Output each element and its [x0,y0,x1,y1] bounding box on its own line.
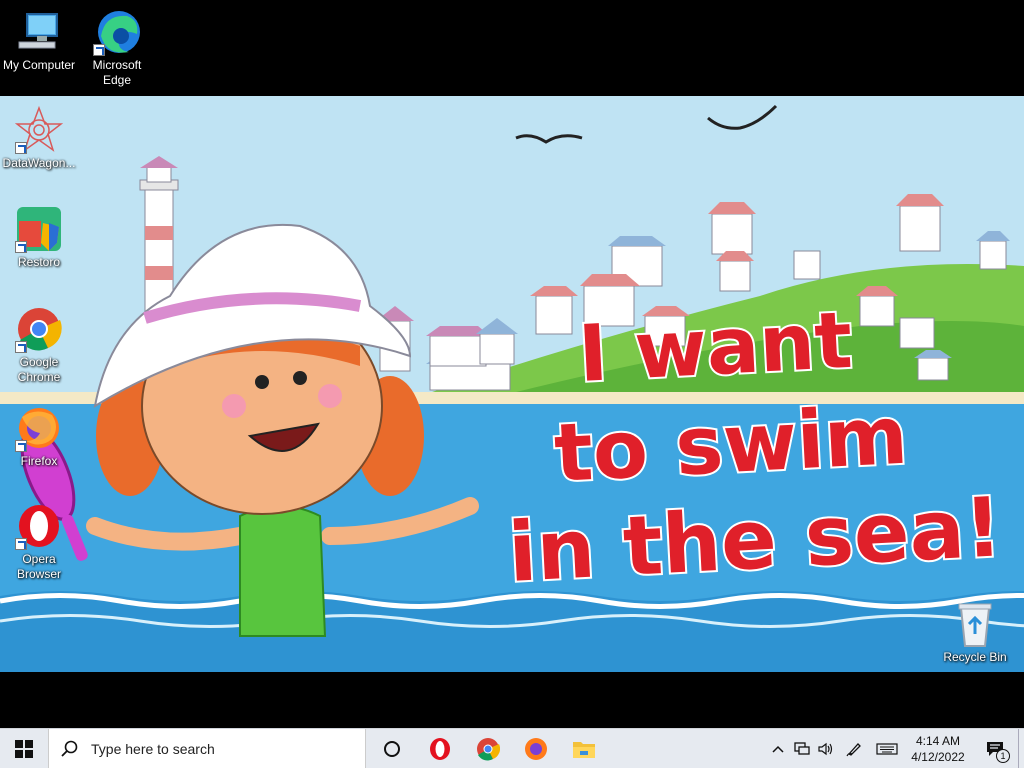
show-hidden-icons-button[interactable] [766,729,790,768]
edge-icon [93,8,141,56]
shortcut-arrow-icon [15,341,27,353]
taskbar-opera-button[interactable] [416,729,464,768]
desktop-wallpaper: I want to swim in the sea! [0,96,1024,672]
touch-keyboard-button[interactable] [870,729,904,768]
taskbar-clock[interactable]: 4:14 AM 4/12/2022 [904,733,972,765]
recycle-bin-icon [951,600,999,648]
notification-count-badge: 1 [996,749,1010,763]
firefox-icon [15,404,63,452]
clock-time: 4:14 AM [915,734,961,748]
taskbar: Type here to search 4:14 AM 4/12/2022 1 [0,728,1024,768]
chevron-up-icon [772,745,784,753]
search-placeholder: Type here to search [91,740,215,757]
opera-icon [15,502,63,550]
taskbar-chrome-button[interactable] [464,729,512,768]
desktop-icon-label: Opera Browser [16,552,61,581]
desktop-icon-label: DataWagon... [2,156,76,170]
file-explorer-icon [573,741,595,758]
desktop-icon-datawagon[interactable]: DataWagon... [0,106,78,171]
search-icon [61,740,78,757]
desktop-icon-label: Google Chrome [17,355,61,384]
restoro-icon [15,205,63,253]
wallpaper-illustration: I want to swim in the sea! [0,96,1024,672]
network-icon [794,742,810,755]
taskbar-firefox-button[interactable] [512,729,560,768]
opera-icon [430,737,450,760]
chrome-icon [477,737,500,760]
desktop-icon-restoro[interactable]: Restoro [0,205,78,270]
desktop-icon-label: Firefox [20,454,58,468]
desktop-icon-label: Microsoft Edge [92,58,142,87]
volume-button[interactable] [814,729,838,768]
wallpaper-title-line-1: I want [576,296,854,400]
desktop-icon-microsoft-edge[interactable]: Microsoft Edge [78,8,156,88]
start-button[interactable] [0,729,48,768]
computer-icon [15,8,63,56]
shortcut-arrow-icon [93,44,105,56]
wallpaper-title-line-2: to swim [552,389,910,500]
desktop-icon-firefox[interactable]: Firefox [0,404,78,469]
clock-date: 4/12/2022 [911,750,965,764]
network-button[interactable] [790,729,814,768]
shortcut-arrow-icon [15,538,27,550]
chrome-icon [15,305,63,353]
show-desktop-button[interactable] [1018,729,1024,768]
desktop-icon-google-chrome[interactable]: Google Chrome [0,305,78,385]
pen-workspace-button[interactable] [838,729,870,768]
windows-logo-icon [15,739,33,758]
desktop-icon-label: My Computer [2,58,76,72]
keyboard-icon [876,743,898,755]
taskbar-file-explorer-button[interactable] [560,729,608,768]
shortcut-arrow-icon [15,142,27,154]
desktop-icon-my-computer[interactable]: My Computer [0,8,78,73]
desktop-icon-recycle-bin[interactable]: Recycle Bin [936,600,1014,665]
firefox-icon [525,737,547,760]
shortcut-arrow-icon [15,241,27,253]
action-center-button[interactable]: 1 [972,729,1018,768]
datawagon-icon [15,106,63,154]
desktop-icon-label: Restoro [17,255,61,269]
cortana-button[interactable] [368,729,416,768]
shortcut-arrow-icon [15,440,27,452]
desktop-icon-label: Recycle Bin [943,650,1007,664]
taskbar-search-box[interactable]: Type here to search [48,728,366,768]
desktop-icon-opera-browser[interactable]: Opera Browser [0,502,78,582]
pen-icon [846,743,861,757]
cortana-icon [384,740,400,757]
system-tray: 4:14 AM 4/12/2022 1 [766,729,1024,768]
speaker-icon [818,742,833,756]
